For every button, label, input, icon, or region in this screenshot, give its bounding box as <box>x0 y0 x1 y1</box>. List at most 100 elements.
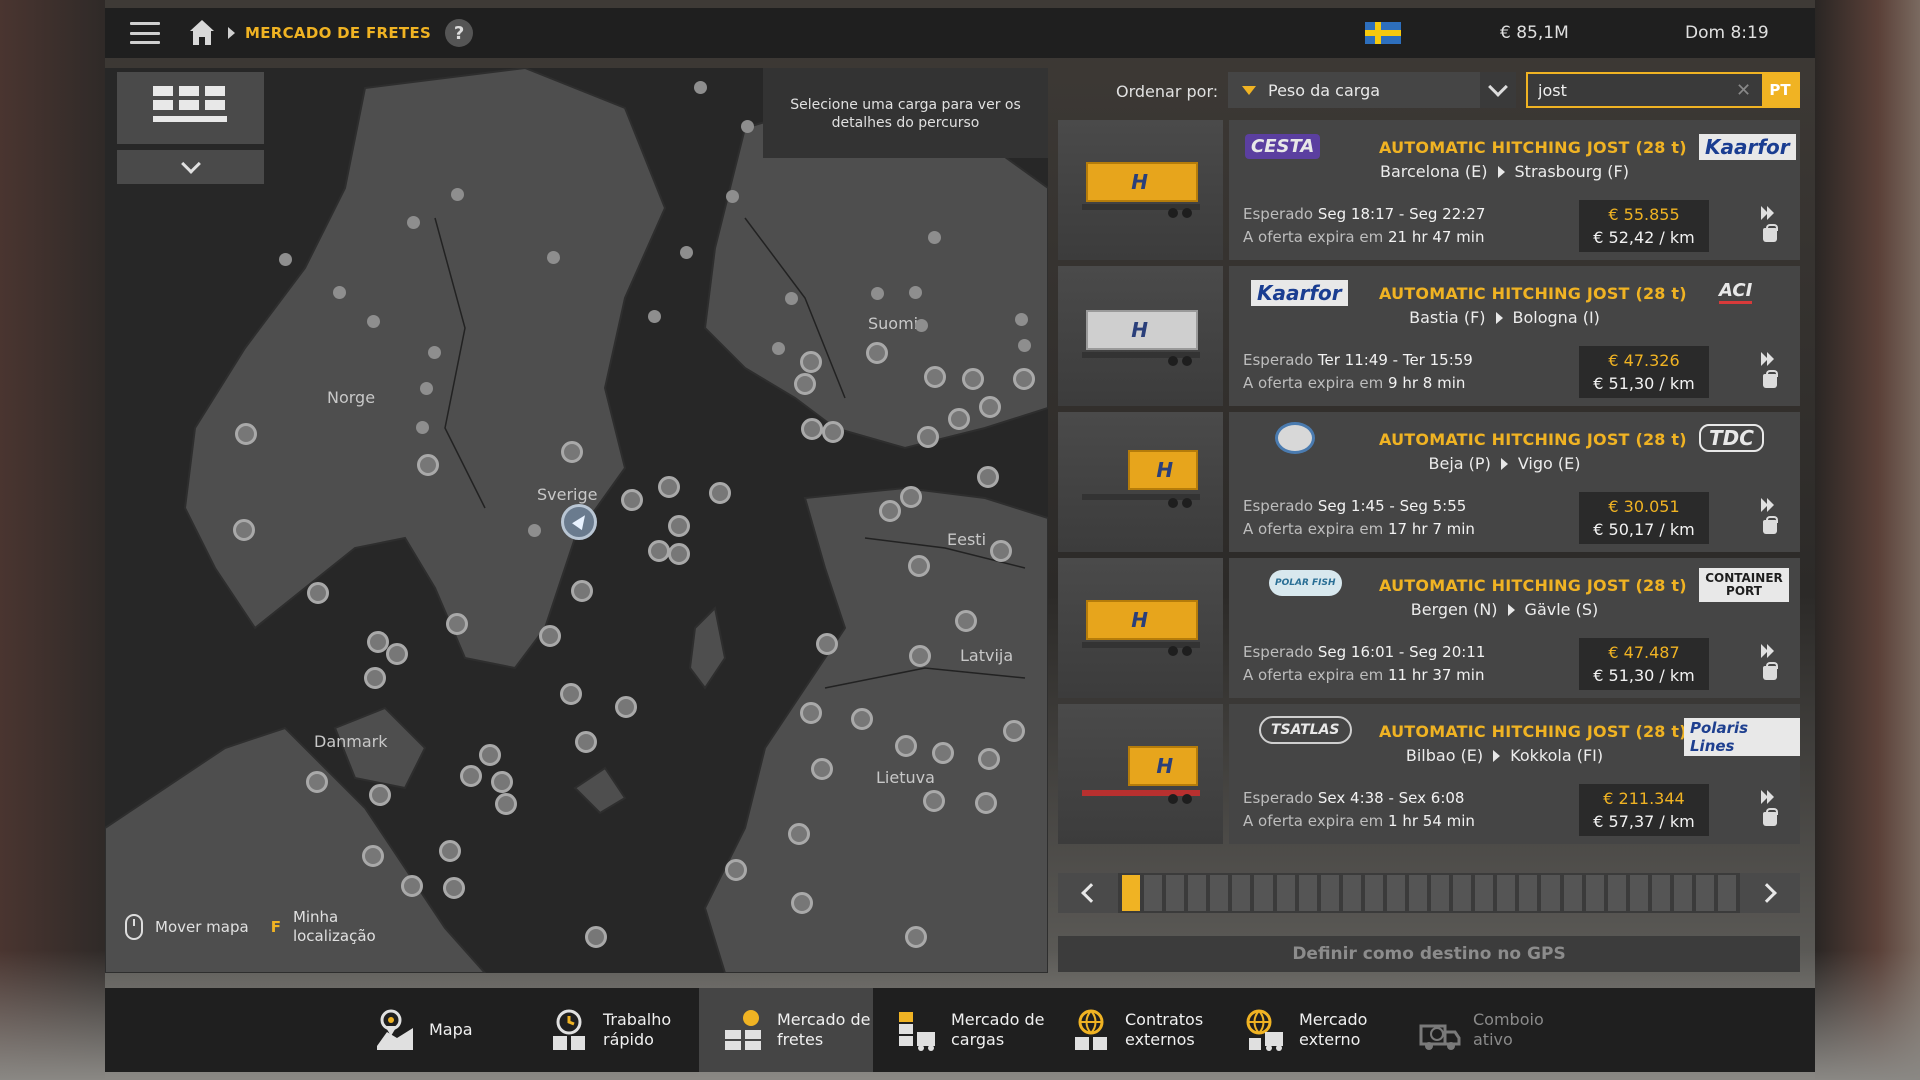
next-page-button[interactable] <box>1740 873 1800 913</box>
job-offer[interactable]: TSATLAS AUTOMATIC HITCHING JOST (28 t) P… <box>1058 704 1800 844</box>
city-marker[interactable] <box>791 892 813 914</box>
page-indicator[interactable] <box>1210 875 1229 911</box>
page-indicator[interactable] <box>1144 875 1163 911</box>
page-indicator[interactable] <box>1629 875 1648 911</box>
city-marker[interactable] <box>801 418 823 440</box>
page-indicator[interactable] <box>1276 875 1295 911</box>
city-marker[interactable] <box>479 744 501 766</box>
page-indicator[interactable] <box>1122 875 1141 911</box>
city-marker[interactable] <box>816 633 838 655</box>
city-marker[interactable] <box>443 877 465 899</box>
page-indicator[interactable] <box>1386 875 1406 911</box>
city-marker[interactable] <box>585 926 607 948</box>
nav-quick-job[interactable]: Trabalho rápido <box>525 988 699 1072</box>
city-marker[interactable] <box>658 476 680 498</box>
city-marker[interactable] <box>401 875 423 897</box>
city-marker[interactable] <box>307 582 329 604</box>
nav-convoy[interactable]: Comboio ativo <box>1395 988 1569 1072</box>
sort-dropdown[interactable]: Peso da carga <box>1228 72 1516 108</box>
city-marker[interactable] <box>364 667 386 689</box>
map-filter-button[interactable] <box>117 72 264 144</box>
city-marker[interactable] <box>908 555 930 577</box>
city-marker[interactable] <box>909 645 931 667</box>
clear-search-icon[interactable]: ✕ <box>1736 82 1754 100</box>
city-marker[interactable] <box>978 748 1000 770</box>
sort-dropdown-button[interactable] <box>1480 72 1516 108</box>
page-indicator[interactable] <box>1453 875 1472 911</box>
page-indicator[interactable] <box>1298 875 1317 911</box>
help-button[interactable]: ? <box>445 19 474 47</box>
city-marker[interactable] <box>948 408 970 430</box>
city-marker[interactable] <box>955 610 977 632</box>
previous-page-button[interactable] <box>1058 873 1118 913</box>
city-marker[interactable] <box>923 790 945 812</box>
city-marker[interactable] <box>1013 368 1035 390</box>
city-marker[interactable] <box>900 486 922 508</box>
city-marker[interactable] <box>851 708 873 730</box>
language-button[interactable]: PT <box>1762 74 1798 106</box>
city-marker[interactable] <box>495 793 517 815</box>
city-marker[interactable] <box>439 840 461 862</box>
city-marker[interactable] <box>895 735 917 757</box>
city-marker[interactable] <box>648 540 670 562</box>
city-marker[interactable] <box>460 765 482 787</box>
map-view[interactable]: Norge Sverige Suomi Eesti Latvija Lietuv… <box>105 68 1048 973</box>
page-indicator[interactable] <box>1409 875 1428 911</box>
city-marker[interactable] <box>446 613 468 635</box>
city-marker[interactable] <box>369 784 391 806</box>
page-indicator[interactable] <box>1519 875 1538 911</box>
city-marker[interactable] <box>560 683 582 705</box>
city-marker[interactable] <box>725 859 747 881</box>
city-marker[interactable] <box>621 489 643 511</box>
sort-direction-icon[interactable] <box>1242 85 1256 95</box>
city-marker[interactable] <box>788 823 810 845</box>
page-indicator[interactable] <box>1651 875 1670 911</box>
city-marker[interactable] <box>306 771 328 793</box>
nav-freight-market[interactable]: Mercado de fretes <box>699 988 873 1072</box>
city-marker[interactable] <box>977 466 999 488</box>
page-indicator[interactable] <box>1320 875 1339 911</box>
city-marker[interactable] <box>811 758 833 780</box>
nav-map[interactable]: Mapa <box>351 988 525 1072</box>
nav-external-contracts[interactable]: Contratos externos <box>1047 988 1221 1072</box>
city-marker[interactable] <box>962 368 984 390</box>
city-marker[interactable] <box>615 696 637 718</box>
city-marker[interactable] <box>386 643 408 665</box>
city-marker[interactable] <box>362 845 384 867</box>
page-indicator[interactable] <box>1364 875 1383 911</box>
city-marker[interactable] <box>1003 720 1025 742</box>
page-indicator[interactable] <box>1718 875 1737 911</box>
city-marker[interactable] <box>539 625 561 647</box>
nav-cargo-market[interactable]: Mercado de cargas <box>873 988 1047 1072</box>
page-indicator[interactable] <box>1563 875 1582 911</box>
menu-icon[interactable] <box>130 22 160 44</box>
page-indicator[interactable] <box>1673 875 1693 911</box>
city-marker[interactable] <box>822 421 844 443</box>
city-marker[interactable] <box>917 426 939 448</box>
search-input[interactable] <box>1538 80 1738 100</box>
page-indicator[interactable] <box>1431 875 1450 911</box>
city-marker[interactable] <box>932 742 954 764</box>
city-marker[interactable] <box>668 543 690 565</box>
page-indicator[interactable] <box>1585 875 1604 911</box>
city-marker[interactable] <box>924 366 946 388</box>
page-indicator[interactable] <box>1232 875 1251 911</box>
page-indicator[interactable] <box>1166 875 1185 911</box>
home-icon[interactable] <box>188 20 216 46</box>
city-marker[interactable] <box>575 731 597 753</box>
page-indicator[interactable] <box>1188 875 1207 911</box>
job-offer[interactable]: Kaarfor AUTOMATIC HITCHING JOST (28 t) A… <box>1058 266 1800 406</box>
page-indicator[interactable] <box>1696 875 1715 911</box>
job-offer[interactable]: CESTA AUTOMATIC HITCHING JOST (28 t) Kaa… <box>1058 120 1800 260</box>
city-marker[interactable] <box>979 396 1001 418</box>
page-indicator[interactable] <box>1497 875 1516 911</box>
job-offer[interactable]: POLAR FISH AUTOMATIC HITCHING JOST (28 t… <box>1058 558 1800 698</box>
city-marker[interactable] <box>709 482 731 504</box>
city-marker[interactable] <box>800 702 822 724</box>
page-indicator[interactable] <box>1254 875 1273 911</box>
city-marker[interactable] <box>668 515 690 537</box>
city-marker[interactable] <box>866 342 888 364</box>
city-marker[interactable] <box>990 540 1012 562</box>
city-marker[interactable] <box>800 351 822 373</box>
city-marker[interactable] <box>235 423 257 445</box>
